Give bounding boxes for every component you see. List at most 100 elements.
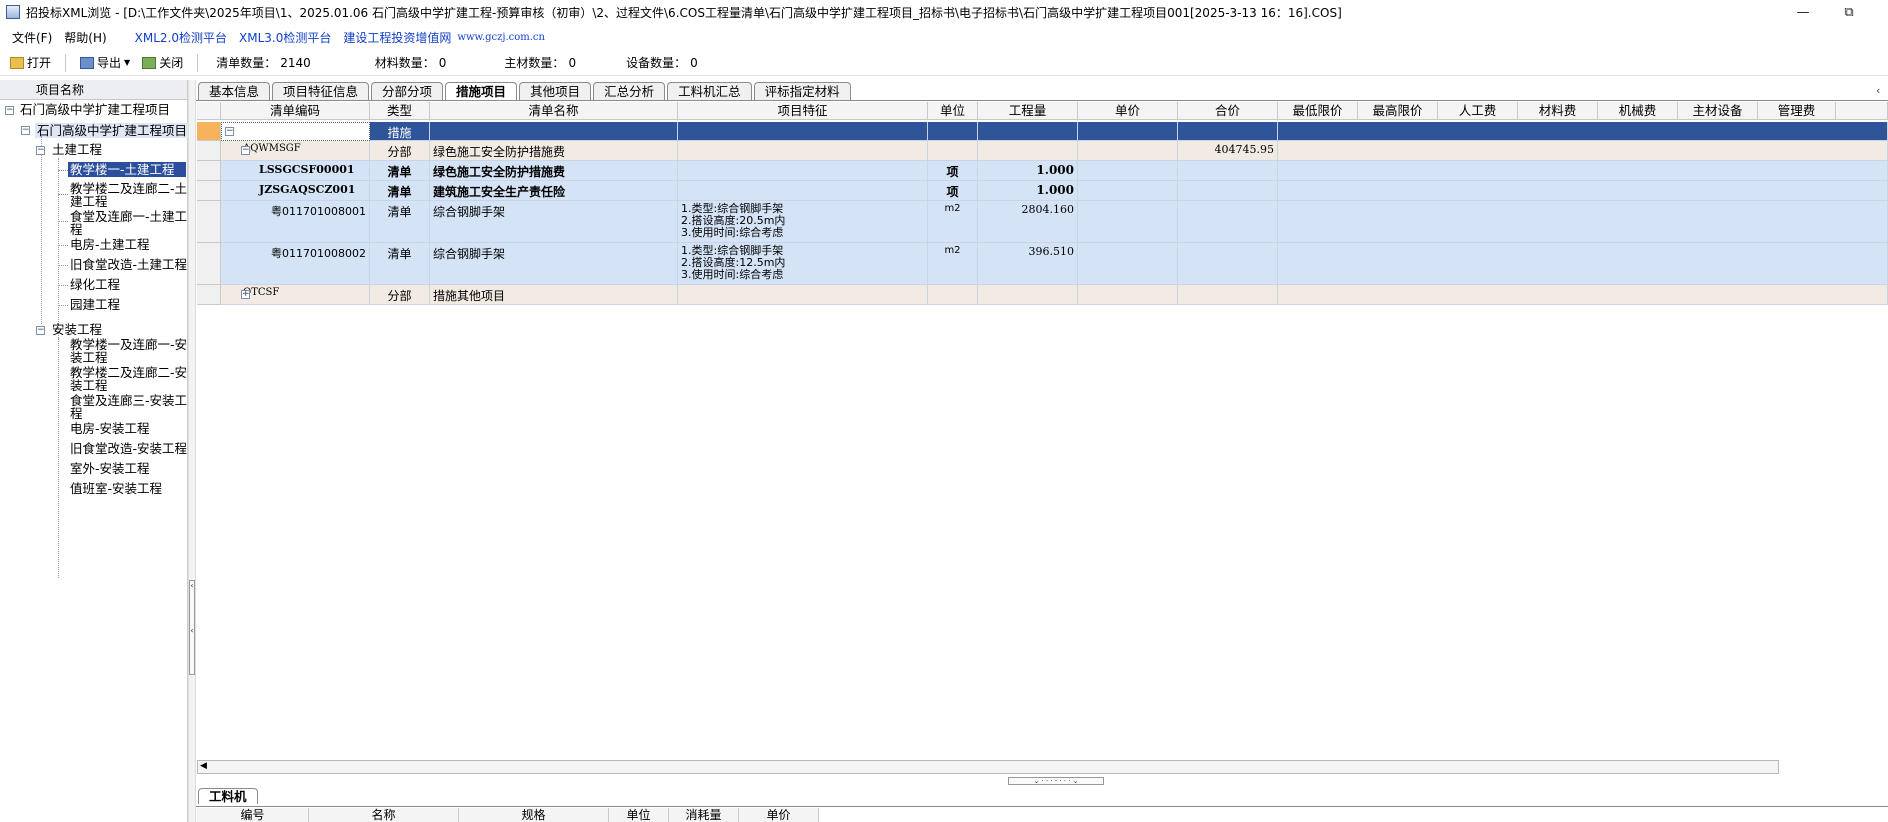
tab-feature-info[interactable]: 项目特征信息 bbox=[272, 82, 370, 100]
tree-install-item[interactable]: 旧食堂改造-安装工程 bbox=[70, 442, 187, 455]
cell-name[interactable]: 绿色施工安全防护措施费 bbox=[430, 161, 678, 181]
tree-install[interactable]: 安装工程 bbox=[52, 323, 102, 336]
cell-type[interactable]: 清单 bbox=[370, 161, 430, 181]
cell-name[interactable]: 综合钢脚手架 bbox=[430, 243, 678, 285]
col-header[interactable]: 清单编码 bbox=[221, 102, 370, 120]
cell-feature[interactable]: 1.类型:综合钢脚手架 2.搭设高度:12.5m内 3.使用时间:综合考虑 bbox=[678, 243, 928, 285]
tree-civil-item[interactable]: 教学楼二及连廊二-土建工程 bbox=[70, 182, 188, 208]
link-xml3[interactable]: XML3.0检测平台 bbox=[233, 29, 337, 46]
scroll-left-arrow-icon[interactable]: ◀ bbox=[200, 761, 207, 771]
cell-unit[interactable] bbox=[928, 122, 978, 141]
vertical-splitter[interactable]: ‹ ‹ bbox=[188, 80, 196, 822]
col-header[interactable]: 合价 bbox=[1178, 102, 1278, 120]
cell-total[interactable] bbox=[1178, 243, 1278, 285]
tab-basic-info[interactable]: 基本信息 bbox=[198, 82, 271, 100]
tree-civil-item[interactable]: 绿化工程 bbox=[70, 278, 120, 291]
cell-feature[interactable] bbox=[678, 285, 928, 305]
scroll-left-icon[interactable]: ‹ bbox=[1876, 84, 1880, 97]
col-header[interactable]: 项目特征 bbox=[678, 102, 928, 120]
cell-price[interactable] bbox=[1078, 181, 1178, 201]
cell-type[interactable]: 清单 bbox=[370, 181, 430, 201]
cell-rest[interactable] bbox=[1278, 243, 1888, 285]
cell-qty[interactable] bbox=[978, 122, 1078, 141]
tab-other-items[interactable]: 其他项目 bbox=[519, 82, 592, 100]
cell-qty[interactable]: 1.000 bbox=[978, 161, 1078, 181]
col-header[interactable]: 消耗量 bbox=[669, 808, 739, 822]
cell-feature[interactable] bbox=[678, 141, 928, 161]
col-header[interactable]: 编号 bbox=[197, 808, 309, 822]
tree-install-item[interactable]: 教学楼二及连廊二-安装工程 bbox=[70, 366, 188, 392]
col-header[interactable]: 名称 bbox=[309, 808, 459, 822]
col-header[interactable]: 工程量 bbox=[978, 102, 1078, 120]
cell-feature[interactable]: 1.类型:综合钢脚手架 2.搭设高度:20.5m内 3.使用时间:综合考虑 bbox=[678, 201, 928, 243]
collapse-icon[interactable]: − bbox=[241, 146, 250, 155]
col-header[interactable]: 最高限价 bbox=[1358, 102, 1438, 120]
cell-type[interactable]: 分部 bbox=[370, 285, 430, 305]
cell-rest[interactable] bbox=[1278, 161, 1888, 181]
cell-price[interactable] bbox=[1078, 122, 1178, 141]
table-row[interactable]: AQWMSGF − 分部 绿色施工安全防护措施费 404745.95 bbox=[197, 141, 1888, 161]
cell-type[interactable]: 措施 bbox=[370, 122, 430, 141]
horizontal-scrollbar[interactable]: ◀ bbox=[197, 760, 1779, 774]
tree-civil-item[interactable]: 园建工程 bbox=[70, 298, 120, 311]
tree-civil-item[interactable]: 教学楼一-土建工程 bbox=[68, 162, 186, 177]
collapse-icon[interactable]: − bbox=[36, 146, 45, 155]
cell-code[interactable]: 粤011701008001 bbox=[221, 201, 370, 243]
cell-code[interactable]: LSSGCSF00001 bbox=[221, 161, 370, 181]
table-row[interactable]: QTCSF + 分部 措施其他项目 bbox=[197, 285, 1888, 305]
open-button[interactable]: 打开 bbox=[4, 54, 57, 71]
table-row[interactable]: 粤011701008001 清单 综合钢脚手架 1.类型:综合钢脚手架 2.搭设… bbox=[197, 201, 1888, 243]
cell-rest[interactable] bbox=[1278, 201, 1888, 243]
tab-divisional[interactable]: 分部分项 bbox=[371, 82, 444, 100]
collapse-icon[interactable]: − bbox=[21, 126, 30, 135]
link-url[interactable]: www.gczj.com.cn bbox=[457, 32, 551, 43]
col-header[interactable]: 主材设备 bbox=[1678, 102, 1758, 120]
cell-rest[interactable] bbox=[1278, 122, 1888, 141]
horizontal-splitter-grip[interactable]: ⌄ · · · · · · · ⌄ bbox=[1008, 777, 1104, 785]
cell-name[interactable]: 措施其他项目 bbox=[430, 285, 678, 305]
table-row[interactable]: LSSGCSF00001 清单 绿色施工安全防护措施费 项 1.000 bbox=[197, 161, 1888, 181]
col-header[interactable]: 人工费 bbox=[1438, 102, 1518, 120]
cell-qty[interactable] bbox=[978, 285, 1078, 305]
close-button[interactable]: 关闭 bbox=[136, 54, 189, 71]
cell-price[interactable] bbox=[1078, 141, 1178, 161]
cell-type[interactable]: 清单 bbox=[370, 201, 430, 243]
tree-install-item[interactable]: 电房-安装工程 bbox=[70, 422, 150, 435]
tab-summary[interactable]: 汇总分析 bbox=[593, 82, 666, 100]
col-header[interactable]: 单位 bbox=[928, 102, 978, 120]
cell-total[interactable] bbox=[1178, 201, 1278, 243]
cell-rest[interactable] bbox=[1278, 285, 1888, 305]
col-header[interactable]: 材料费 bbox=[1518, 102, 1598, 120]
col-header[interactable]: 管理费 bbox=[1758, 102, 1836, 120]
splitter-grip[interactable]: ‹ ‹ bbox=[189, 580, 195, 675]
cell-type[interactable]: 清单 bbox=[370, 243, 430, 285]
cell-price[interactable] bbox=[1078, 285, 1178, 305]
cell-unit[interactable]: m2 bbox=[928, 243, 978, 285]
cell-rest[interactable] bbox=[1278, 181, 1888, 201]
cell-feature[interactable] bbox=[678, 122, 928, 141]
tree-root[interactable]: 石门高级中学扩建工程项目 bbox=[20, 103, 170, 116]
cell-unit[interactable]: 项 bbox=[928, 181, 978, 201]
cell-qty[interactable]: 2804.160 bbox=[978, 201, 1078, 243]
tree-civil-item[interactable]: 旧食堂改造-土建工程 bbox=[70, 258, 187, 271]
tree-project[interactable]: 石门高级中学扩建工程项目 bbox=[35, 123, 190, 138]
tree-install-item[interactable]: 教学楼一及连廊一-安装工程 bbox=[70, 338, 188, 364]
collapse-icon[interactable]: − bbox=[36, 326, 45, 335]
cell-price[interactable] bbox=[1078, 161, 1178, 181]
restore-button[interactable]: ⧉ bbox=[1826, 0, 1872, 24]
minimize-button[interactable]: — bbox=[1780, 0, 1826, 24]
tree-civil[interactable]: 土建工程 bbox=[52, 143, 102, 156]
expand-icon[interactable]: + bbox=[241, 290, 250, 299]
cell-total[interactable]: 404745.95 bbox=[1178, 141, 1278, 161]
cell-unit[interactable]: 项 bbox=[928, 161, 978, 181]
cell-code[interactable]: JZSGAQSCZ001 bbox=[221, 181, 370, 201]
cell-unit[interactable] bbox=[928, 141, 978, 161]
cell-name[interactable]: 综合钢脚手架 bbox=[430, 201, 678, 243]
cell-type[interactable]: 分部 bbox=[370, 141, 430, 161]
cell-total[interactable] bbox=[1178, 122, 1278, 141]
cell-price[interactable] bbox=[1078, 201, 1178, 243]
cell-unit[interactable] bbox=[928, 285, 978, 305]
tab-labor-material[interactable]: 工料机汇总 bbox=[667, 82, 752, 100]
cell-name[interactable]: 建筑施工安全生产责任险 bbox=[430, 181, 678, 201]
cell-qty[interactable]: 1.000 bbox=[978, 181, 1078, 201]
